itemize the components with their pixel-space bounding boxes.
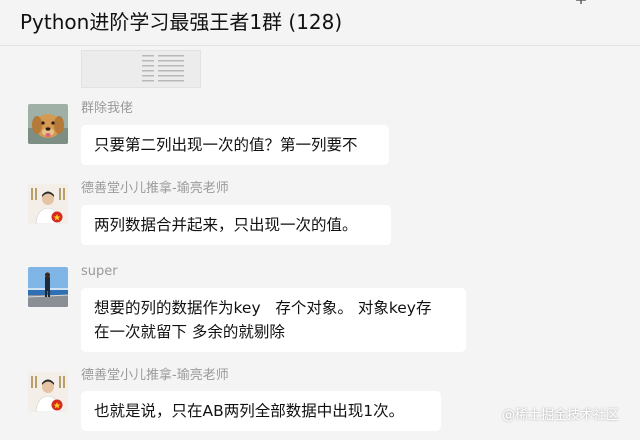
sender-name[interactable]: 群除我佬 (81, 101, 133, 117)
message-text: 也就是说，只在AB两列全部数据中出现1次。 (94, 402, 405, 420)
avatar-teacher[interactable] (28, 184, 68, 224)
code-screenshot-thumbnail (142, 55, 184, 82)
sender-name[interactable]: super (81, 264, 118, 280)
avatar-dog[interactable] (28, 104, 68, 144)
avatar-seaside[interactable] (28, 267, 68, 307)
watermark: @稀土掘金技术社区 (502, 408, 620, 423)
previous-image-message[interactable] (81, 50, 201, 88)
message-text-line: 想要的列的数据作为key 存个对象。 对象key存 (94, 299, 432, 317)
message-bubble[interactable]: 想要的列的数据作为key 存个对象。 对象key存 在一次就留下 多余的就剔除 (81, 288, 466, 352)
pin-icon[interactable] (574, 0, 588, 6)
message-text-line: 在一次就留下 多余的就剔除 (94, 323, 285, 341)
chat-header: Python进阶学习最强王者1群 (128) (0, 0, 640, 46)
message-text: 两列数据合并起来，只出现一次的值。 (94, 216, 358, 234)
message-bubble[interactable]: 两列数据合并起来，只出现一次的值。 (81, 205, 391, 245)
sender-name[interactable]: 德善堂小儿推拿-瑜亮老师 (81, 181, 229, 197)
avatar-teacher[interactable] (28, 372, 68, 412)
message-bubble[interactable]: 也就是说，只在AB两列全部数据中出现1次。 (81, 391, 441, 431)
message-text: 只要第二列出现一次的值？第一列要不 (94, 136, 358, 154)
message-bubble[interactable]: 只要第二列出现一次的值？第一列要不 (81, 125, 389, 165)
chat-title: Python进阶学习最强王者1群 (128) (20, 10, 343, 34)
sender-name[interactable]: 德善堂小儿推拿-瑜亮老师 (81, 368, 229, 384)
